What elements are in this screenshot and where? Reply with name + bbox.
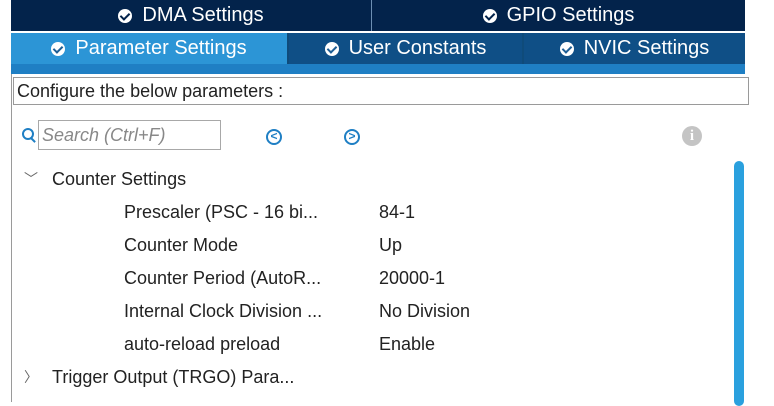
tab-label: DMA Settings: [142, 4, 264, 26]
check-icon: [118, 8, 133, 23]
tab-underline: [11, 64, 745, 74]
param-name: Prescaler (PSC - 16 bi...: [124, 201, 319, 222]
group-label: Trigger Output (TRGO) Para...: [52, 366, 295, 387]
param-value[interactable]: No Division: [379, 301, 470, 322]
tab-row-top: DMA Settings GPIO Settings: [11, 0, 745, 31]
param-name: Counter Mode: [124, 234, 239, 255]
param-value[interactable]: 20000-1: [379, 268, 445, 289]
group-label: Counter Settings: [52, 168, 187, 189]
check-icon: [482, 8, 497, 23]
vertical-scrollbar[interactable]: [734, 161, 744, 406]
info-icon[interactable]: i: [682, 126, 702, 146]
parameter-panel: Configure the below parameters : Search …: [11, 74, 749, 406]
previous-match-button[interactable]: <: [266, 129, 282, 145]
tab-user-constants[interactable]: User Constants: [289, 33, 524, 64]
check-icon: [51, 41, 66, 56]
param-name: Internal Clock Division ...: [124, 300, 323, 321]
search-icon[interactable]: [22, 128, 36, 142]
check-icon: [324, 41, 339, 56]
param-value[interactable]: Up: [379, 235, 402, 256]
check-icon: [559, 41, 574, 56]
tab-label: User Constants: [348, 37, 487, 59]
param-name: auto-reload preload: [124, 333, 281, 354]
tab-label: GPIO Settings: [506, 4, 635, 26]
tab-parameter-settings[interactable]: Parameter Settings: [11, 33, 289, 64]
search-input[interactable]: Search (Ctrl+F): [38, 120, 221, 150]
tab-gpio-settings[interactable]: GPIO Settings: [372, 0, 745, 31]
chevron-right-icon[interactable]: 〉: [24, 367, 38, 387]
param-value[interactable]: Enable: [379, 334, 435, 355]
next-match-button[interactable]: >: [344, 129, 360, 145]
chevron-down-icon[interactable]: ﹀: [24, 169, 38, 189]
param-name: Counter Period (AutoR...: [124, 267, 322, 288]
tab-label: NVIC Settings: [583, 37, 710, 59]
config-label: Configure the below parameters :: [13, 77, 749, 105]
tab-row-bottom: Parameter Settings User Constants NVIC S…: [11, 33, 745, 64]
param-value[interactable]: 84-1: [379, 202, 415, 223]
tab-label: Parameter Settings: [75, 37, 247, 59]
tab-nvic-settings[interactable]: NVIC Settings: [524, 33, 745, 64]
search-row: Search (Ctrl+F): [22, 120, 221, 150]
tab-dma-settings[interactable]: DMA Settings: [11, 0, 372, 31]
